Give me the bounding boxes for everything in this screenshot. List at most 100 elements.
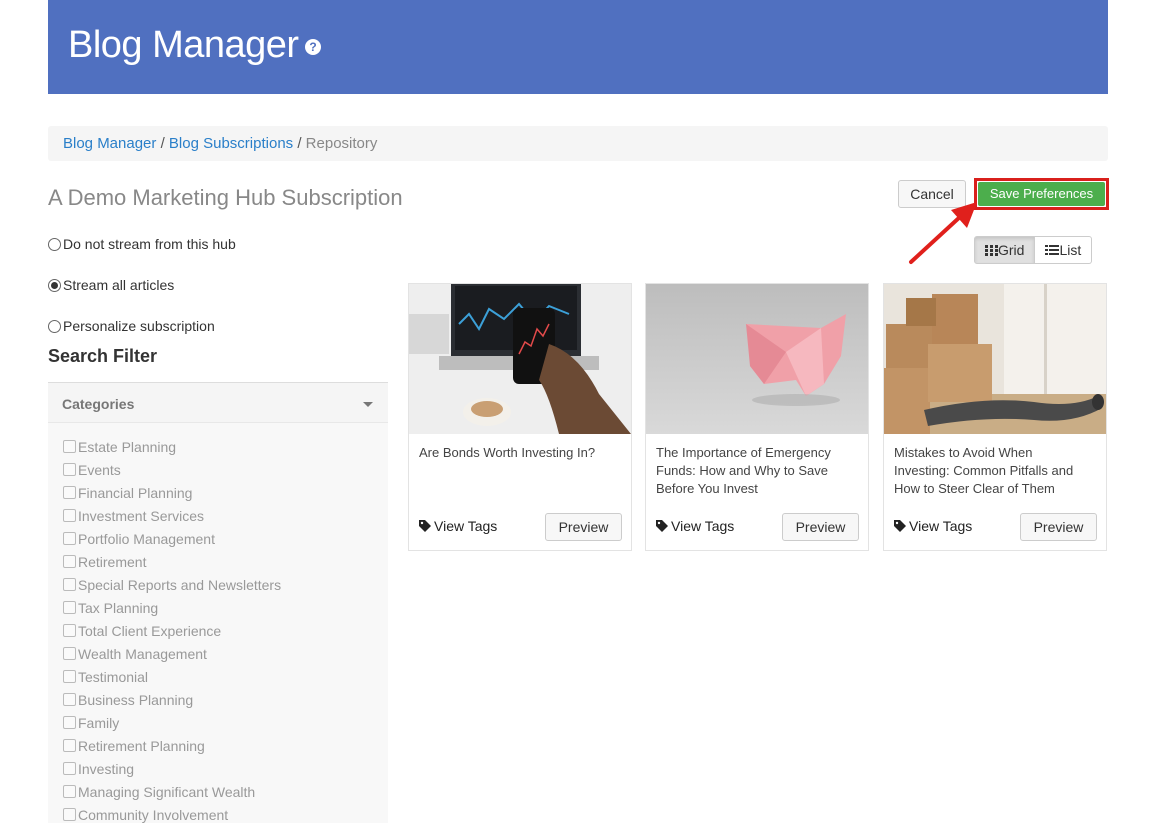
search-filter-heading: Search Filter [48,346,158,366]
breadcrumb-blog-subscriptions[interactable]: Blog Subscriptions [169,135,293,152]
grid-view-button[interactable]: Grid [974,236,1036,264]
category-label: Events [78,461,121,478]
checkbox[interactable] [63,716,76,729]
breadcrumb-separator: / [160,135,165,152]
view-tags-link[interactable]: View Tags [656,518,734,534]
help-icon[interactable]: ? [305,39,321,55]
radio-button[interactable] [48,319,61,333]
preview-button[interactable]: Preview [545,513,622,541]
categories-label: Categories [62,396,135,412]
option-label: Stream all articles [63,277,175,293]
article-image-origami-pig[interactable] [646,284,868,434]
page-title: Blog Manager [68,24,299,66]
article-image-phone-chart[interactable] [409,284,631,434]
checkbox[interactable] [63,785,76,798]
category-item[interactable]: Portfolio Management [63,527,388,550]
category-item[interactable]: Retirement Planning [63,734,388,757]
moving-boxes-image [884,284,1106,434]
tag-icon [894,520,906,532]
checkbox[interactable] [63,463,76,476]
category-label: Tax Planning [78,599,159,616]
origami-pig-image [646,284,868,434]
checkbox[interactable] [63,693,76,706]
category-label: Managing Significant Wealth [78,783,256,800]
preview-button[interactable]: Preview [1020,513,1097,541]
category-item[interactable]: Estate Planning [63,435,388,458]
option-label: Do not stream from this hub [63,236,236,252]
article-image-moving-boxes[interactable] [884,284,1106,434]
checkbox[interactable] [63,670,76,683]
checkbox[interactable] [63,647,76,660]
categories-toggle[interactable]: Categories [48,383,388,423]
radio-button-selected[interactable] [48,278,61,292]
save-preferences-button[interactable]: Save Preferences [978,182,1105,206]
category-item[interactable]: Investing [63,757,388,780]
option-personalize[interactable]: Personalize subscription [48,318,215,334]
article-title[interactable]: Mistakes to Avoid When Investing: Common… [894,444,1074,498]
checkbox[interactable] [63,578,76,591]
breadcrumb-blog-manager[interactable]: Blog Manager [63,135,156,152]
option-do-not-stream[interactable]: Do not stream from this hub [48,236,236,252]
view-tags-label: View Tags [671,518,735,534]
view-tags-link[interactable]: View Tags [419,518,497,534]
breadcrumb: Blog Manager / Blog Subscriptions / Repo… [48,126,1108,161]
list-view-button[interactable]: List [1035,236,1093,264]
grid-icon [985,245,998,256]
category-item[interactable]: Financial Planning [63,481,388,504]
checkbox[interactable] [63,624,76,637]
category-item[interactable]: Wealth Management [63,642,388,665]
radio-button[interactable] [48,237,61,251]
checkbox[interactable] [63,601,76,614]
view-tags-link[interactable]: View Tags [894,518,972,534]
category-item[interactable]: Special Reports and Newsletters [63,573,388,596]
preview-button[interactable]: Preview [782,513,859,541]
category-item[interactable]: Business Planning [63,688,388,711]
breadcrumb-separator: / [297,135,302,152]
category-item[interactable]: Total Client Experience [63,619,388,642]
checkbox[interactable] [63,808,76,821]
list-icon [1045,245,1060,255]
category-item[interactable]: Investment Services [63,504,388,527]
article-title[interactable]: The Importance of Emergency Funds: How a… [656,444,836,498]
tag-icon [419,520,431,532]
checkbox[interactable] [63,555,76,568]
category-label: Family [78,714,120,731]
checkbox[interactable] [63,509,76,522]
option-stream-all[interactable]: Stream all articles [48,277,174,293]
category-item[interactable]: Community Involvement [63,803,388,826]
checkbox[interactable] [63,739,76,752]
category-label: Estate Planning [78,438,177,455]
category-label: Financial Planning [78,484,193,501]
option-label: Personalize subscription [63,318,215,334]
category-item[interactable]: Family [63,711,388,734]
article-title[interactable]: Are Bonds Worth Investing In? [419,444,599,462]
category-label: Testimonial [78,668,149,685]
checkbox[interactable] [63,486,76,499]
list-label: List [1059,242,1082,258]
grid-label: Grid [998,242,1025,258]
checkbox[interactable] [63,440,76,453]
tag-icon [656,520,668,532]
app-header: Blog Manager ? [48,0,1108,94]
phone-chart-image [409,284,631,434]
category-label: Portfolio Management [78,530,215,547]
article-card: Are Bonds Worth Investing In? View Tags … [408,283,632,551]
subscription-title: A Demo Marketing Hub Subscription [48,185,403,210]
view-tags-label: View Tags [434,518,498,534]
category-item[interactable]: Retirement [63,550,388,573]
filter-panel: Categories Estate Planning Events Financ… [48,382,388,823]
category-label: Investment Services [78,507,205,524]
category-label: Special Reports and Newsletters [78,576,282,593]
breadcrumb-current: Repository [305,135,378,152]
categories-list: Estate Planning Events Financial Plannin… [48,423,388,823]
checkbox[interactable] [63,762,76,775]
article-card: Mistakes to Avoid When Investing: Common… [883,283,1107,551]
category-label: Business Planning [78,691,194,708]
category-item[interactable]: Tax Planning [63,596,388,619]
category-item[interactable]: Managing Significant Wealth [63,780,388,803]
category-label: Investing [78,760,135,777]
category-label: Total Client Experience [78,622,222,639]
category-item[interactable]: Events [63,458,388,481]
checkbox[interactable] [63,532,76,545]
category-item[interactable]: Testimonial [63,665,388,688]
